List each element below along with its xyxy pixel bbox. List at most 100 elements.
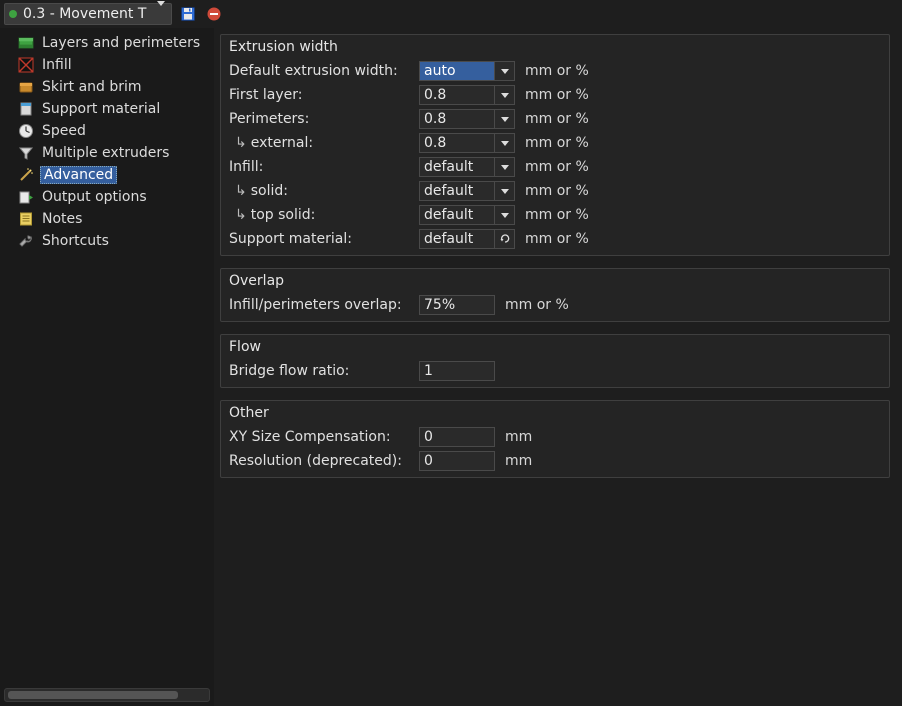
- sidebar-item-label: Output options: [40, 189, 149, 205]
- unit-label: mm or %: [525, 87, 589, 103]
- input-infill-perim-overlap[interactable]: [419, 295, 495, 315]
- row-external-perimeters: ↳external: mm or %: [221, 131, 889, 155]
- dropdown-external-perimeters[interactable]: [495, 133, 515, 153]
- input-first-layer[interactable]: [419, 85, 495, 105]
- chevron-down-icon: [501, 141, 509, 146]
- sidebar-item-label: Layers and perimeters: [40, 35, 202, 51]
- input-bridge-flow[interactable]: [419, 361, 495, 381]
- dropdown-default-extrusion-width[interactable]: [495, 61, 515, 81]
- input-resolution[interactable]: [419, 451, 495, 471]
- unit-label: mm or %: [525, 135, 589, 151]
- input-support-width[interactable]: [419, 229, 495, 249]
- sidebar-item-support[interactable]: Support material: [0, 98, 214, 120]
- unit-label: mm or %: [525, 159, 589, 175]
- delete-icon: [206, 6, 222, 22]
- sidebar-item-multi-extruders[interactable]: Multiple extruders: [0, 142, 214, 164]
- row-bridge-flow: Bridge flow ratio:: [221, 359, 889, 383]
- layers-icon: [18, 35, 34, 51]
- save-button[interactable]: [178, 4, 198, 24]
- preset-select[interactable]: 0.3 - Movement T: [4, 3, 172, 25]
- row-label: Perimeters:: [229, 111, 419, 127]
- row-label: XY Size Compensation:: [229, 429, 419, 445]
- dropdown-support-width[interactable]: [495, 229, 515, 249]
- preset-status-dot: [9, 10, 17, 18]
- row-label: Support material:: [229, 231, 419, 247]
- unit-label: mm or %: [505, 297, 569, 313]
- input-xy-comp[interactable]: [419, 427, 495, 447]
- dropdown-infill-width[interactable]: [495, 157, 515, 177]
- preset-label: 0.3 - Movement T: [23, 6, 157, 22]
- row-label: ↳external:: [229, 135, 419, 151]
- dropdown-solid-infill[interactable]: [495, 181, 515, 201]
- group-other: OtherXY Size Compensation:mmResolution (…: [220, 400, 890, 478]
- sub-arrow-icon: ↳: [235, 207, 247, 223]
- dropdown-first-layer[interactable]: [495, 85, 515, 105]
- row-label: Default extrusion width:: [229, 63, 419, 79]
- row-infill-width: Infill: mm or %: [221, 155, 889, 179]
- infill-icon: [18, 57, 34, 73]
- input-external-perimeters[interactable]: [419, 133, 495, 153]
- row-label: Infill:: [229, 159, 419, 175]
- group-flow: FlowBridge flow ratio:: [220, 334, 890, 388]
- row-solid-infill: ↳solid: mm or %: [221, 179, 889, 203]
- sidebar-scrollbar[interactable]: [4, 688, 210, 702]
- chevron-down-icon: [501, 117, 509, 122]
- sidebar-item-skirt-brim[interactable]: Skirt and brim: [0, 76, 214, 98]
- row-label: ↳solid:: [229, 183, 419, 199]
- sidebar-item-label: Speed: [40, 123, 88, 139]
- sidebar-item-infill[interactable]: Infill: [0, 54, 214, 76]
- group-title: Other: [221, 403, 889, 425]
- unit-label: mm or %: [525, 231, 589, 247]
- input-default-extrusion-width[interactable]: [419, 61, 495, 81]
- input-infill-width[interactable]: [419, 157, 495, 177]
- chevron-down-icon: [501, 213, 509, 218]
- dropdown-top-solid[interactable]: [495, 205, 515, 225]
- row-support-width: Support material: mm or %: [221, 227, 889, 251]
- sidebar-item-notes[interactable]: Notes: [0, 208, 214, 230]
- input-solid-infill[interactable]: [419, 181, 495, 201]
- wrench-icon: [18, 233, 34, 249]
- row-perimeters: Perimeters: mm or %: [221, 107, 889, 131]
- row-first-layer: First layer: mm or %: [221, 83, 889, 107]
- reset-icon: [500, 234, 510, 244]
- row-default-extrusion-width: Default extrusion width: mm or %: [221, 59, 889, 83]
- notes-icon: [18, 211, 34, 227]
- sidebar-item-output[interactable]: Output options: [0, 186, 214, 208]
- unit-label: mm or %: [525, 183, 589, 199]
- sidebar-item-label: Shortcuts: [40, 233, 111, 249]
- sidebar-scrollbar-thumb[interactable]: [8, 691, 178, 699]
- sidebar: Layers and perimeters Infill Skirt and bri…: [0, 28, 214, 706]
- sidebar-item-speed[interactable]: Speed: [0, 120, 214, 142]
- group-title: Flow: [221, 337, 889, 359]
- sub-arrow-icon: ↳: [235, 183, 247, 199]
- row-infill-perim-overlap: Infill/perimeters overlap: mm or %: [221, 293, 889, 317]
- sidebar-item-label: Multiple extruders: [40, 145, 171, 161]
- group-overlap: Overlap Infill/perimeters overlap: mm or %: [220, 268, 890, 322]
- delete-button[interactable]: [204, 4, 224, 24]
- dropdown-perimeters[interactable]: [495, 109, 515, 129]
- group-title: Overlap: [221, 271, 889, 293]
- sidebar-item-label: Advanced: [40, 166, 117, 184]
- sidebar-item-label: Notes: [40, 211, 84, 227]
- input-perimeters[interactable]: [419, 109, 495, 129]
- chevron-down-icon: [501, 69, 509, 74]
- row-top-solid: ↳top solid:mm or %: [221, 203, 889, 227]
- sidebar-item-layers-perimeters[interactable]: Layers and perimeters: [0, 32, 214, 54]
- sub-arrow-icon: ↳: [235, 135, 247, 151]
- support-icon: [18, 101, 34, 117]
- sidebar-item-label: Infill: [40, 57, 74, 73]
- chevron-down-icon: [501, 93, 509, 98]
- row-label: First layer:: [229, 87, 419, 103]
- input-top-solid[interactable]: [419, 205, 495, 225]
- unit-label: mm or %: [525, 111, 589, 127]
- floppy-icon: [180, 6, 196, 22]
- row-label: Infill/perimeters overlap:: [229, 297, 419, 313]
- sidebar-item-shortcuts[interactable]: Shortcuts: [0, 230, 214, 252]
- skirt-icon: [18, 79, 34, 95]
- sidebar-item-advanced[interactable]: Advanced: [0, 164, 214, 186]
- group-title: Extrusion width: [221, 37, 889, 59]
- unit-label: mm or %: [525, 63, 589, 79]
- row-xy-comp: XY Size Compensation:mm: [221, 425, 889, 449]
- chevron-down-icon: [501, 165, 509, 170]
- chevron-down-icon: [501, 189, 509, 194]
